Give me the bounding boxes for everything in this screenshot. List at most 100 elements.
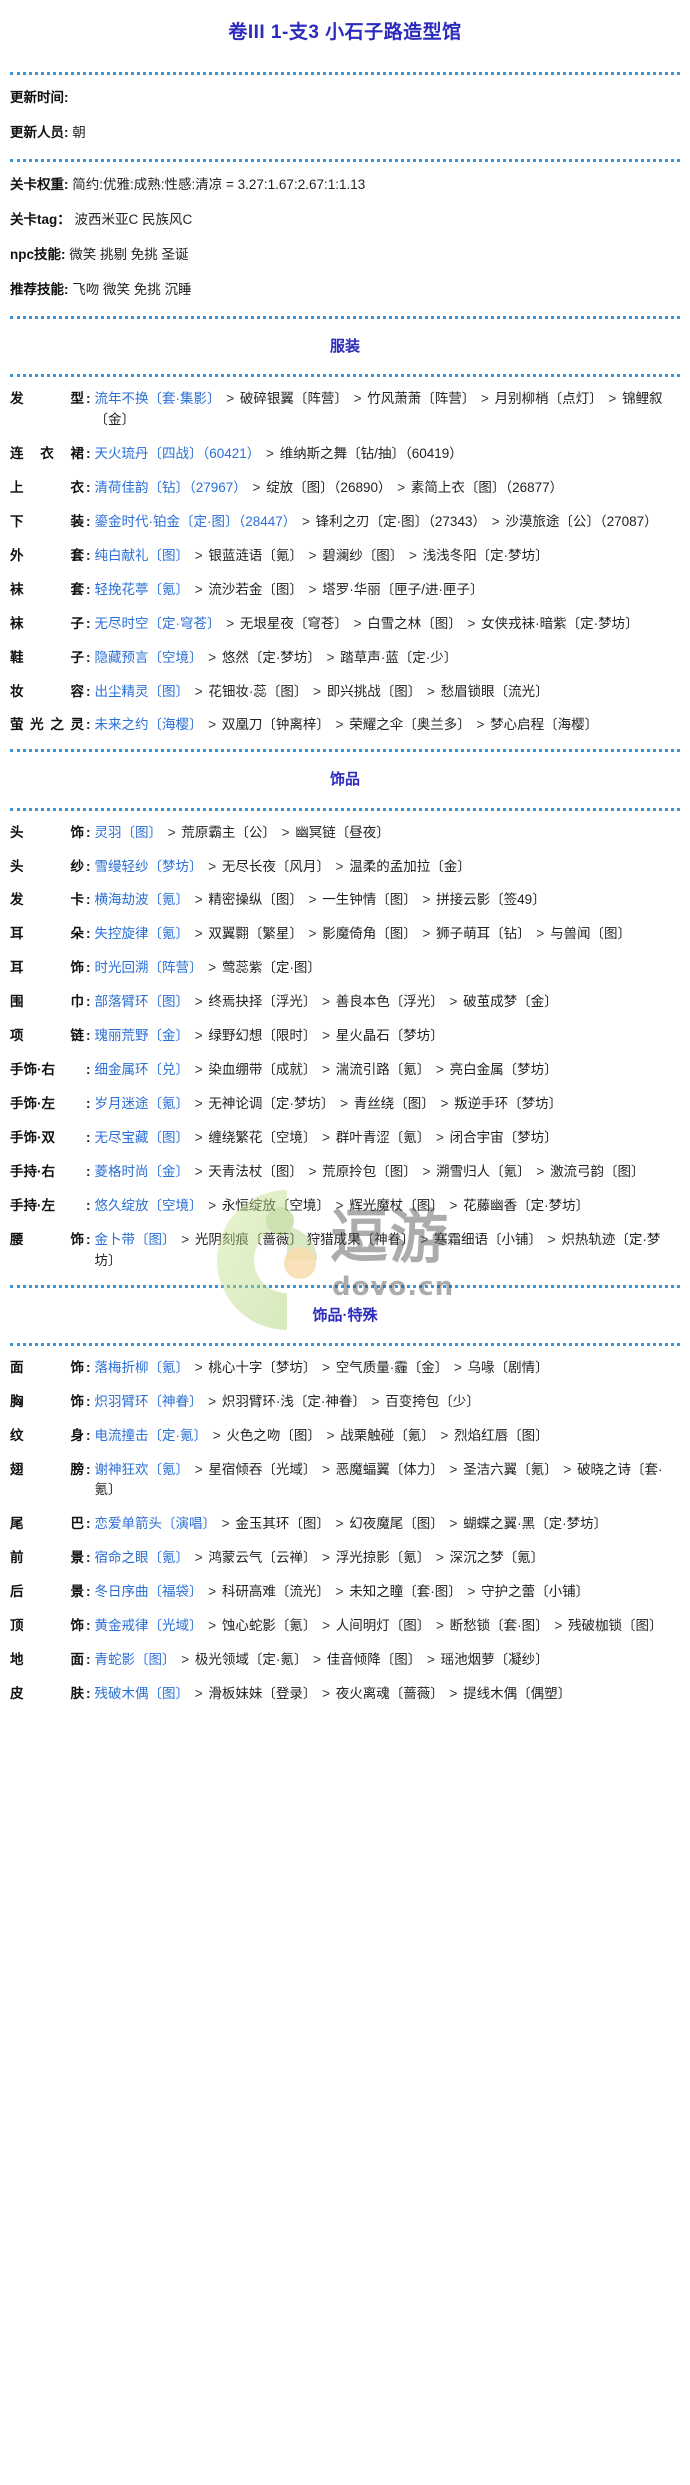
chain-item-primary: 鎏金时代·铂金〔定·图〕（28447）	[94, 513, 297, 529]
chain-separator: >	[304, 547, 321, 563]
divider	[10, 374, 680, 378]
chain-item: 烈焰红唇〔图〕	[454, 1427, 549, 1443]
chain-separator: >	[450, 1359, 466, 1375]
meta-row: 关卡权重: 简约:优雅:成熟:性感:清凉 = 3.27:1.67:2.67:1:…	[10, 175, 680, 196]
chain-item-primary: 天火琉丹〔四战〕（60421）	[94, 446, 261, 462]
item-slot-colon: :	[86, 1062, 91, 1078]
chain-separator: >	[432, 1129, 448, 1145]
item-slot-colon: :	[86, 994, 91, 1010]
chain-separator: >	[445, 1197, 462, 1213]
divider	[10, 159, 680, 163]
chain-separator: >	[423, 683, 439, 699]
item-slot-colon: :	[86, 547, 91, 563]
chain-item-primary: 岁月迷途〔氪〕	[94, 1095, 190, 1111]
item-chain: 雪缦轻纱〔梦坊〕 > 无尽长夜〔风月〕 > 温柔的孟加拉〔金〕	[95, 857, 681, 878]
chain-separator: >	[164, 824, 180, 840]
chain-item-primary: 电流撞击〔定·氪〕	[94, 1427, 208, 1443]
chain-separator: >	[191, 1685, 207, 1701]
chain-item: 染血绷带〔成就〕	[208, 1062, 317, 1078]
meta-row-value: 波西米亚C 民族风C	[70, 212, 193, 228]
chain-separator: >	[304, 581, 321, 597]
chain-item: 精密操纵〔图〕	[208, 892, 303, 908]
chain-item: 溯雪归人〔氪〕	[436, 1163, 531, 1179]
item-row: 前 景: 宿命之眼〔氪〕 > 鸿蒙云气〔云禅〕 > 浮光掠影〔氪〕 > 深沉之梦〔…	[10, 1548, 680, 1569]
meta-row-key: 推荐技能:	[10, 282, 69, 298]
chain-item: 幻夜魔尾〔图〕	[349, 1516, 444, 1532]
chain-item: 绿野幻想〔限时〕	[208, 1028, 317, 1044]
chain-separator: >	[445, 994, 462, 1010]
chain-separator: >	[191, 1062, 207, 1078]
chain-item-primary: 未来之约〔海樱〕	[94, 717, 203, 733]
chain-item: 火色之吻〔图〕	[226, 1427, 321, 1443]
chain-item: 佳音倾降〔图〕	[326, 1652, 422, 1668]
chain-separator: >	[204, 1618, 220, 1634]
item-row: 翅 膀: 谢神狂欢〔氪〕 > 星宿倾吞〔光域〕 > 恶魔蝠翼〔体力〕 > 圣洁六翼…	[10, 1460, 680, 1502]
item-chain: 宿命之眼〔氪〕 > 鸿蒙云气〔云禅〕 > 浮光掠影〔氪〕 > 深沉之梦〔氪〕	[95, 1548, 681, 1569]
item-slot-label: 下 装	[10, 513, 84, 529]
item-slot-colon: :	[86, 1359, 91, 1375]
chain-separator: >	[432, 1550, 448, 1566]
chain-item: 维纳斯之舞〔钻/抽〕（60419）	[279, 446, 463, 462]
item-slot-colon: :	[86, 1095, 91, 1111]
chain-separator: >	[191, 1461, 207, 1477]
item-row: 鞋 子: 隐藏预言〔空境〕 > 悠然〔定·梦坊〕 > 踏草声·蓝〔定·少〕	[10, 648, 680, 669]
meta-block-stage: 关卡权重: 简约:优雅:成熟:性感:清凉 = 3.27:1.67:2.67:1:…	[8, 171, 682, 307]
chain-separator: >	[248, 479, 265, 495]
chain-separator: >	[191, 1129, 207, 1145]
meta-row-key: npc技能:	[10, 247, 66, 263]
chain-separator: >	[544, 1231, 560, 1247]
chain-item-primary: 失控旋律〔氪〕	[94, 926, 190, 942]
chain-item: 青丝绕〔图〕	[353, 1095, 435, 1111]
chain-item: 亮白金属〔梦坊〕	[449, 1062, 558, 1078]
item-row: 手持·左: 悠久绽放〔空境〕 > 永恒绽放〔空境〕 > 辉光魔杖〔图〕 > 花藤幽…	[10, 1196, 680, 1217]
item-row: 耳 饰: 时光回溯〔阵营〕 > 莺蕊紫〔定·图〕	[10, 958, 680, 979]
chain-item: 碧澜纱〔图〕	[322, 547, 404, 563]
chain-separator: >	[432, 1062, 448, 1078]
chain-item: 无神论调〔定·梦坊〕	[208, 1095, 335, 1111]
chain-separator: >	[550, 1618, 567, 1634]
item-row: 头 纱: 雪缦轻纱〔梦坊〕 > 无尽长夜〔风月〕 > 温柔的孟加拉〔金〕	[10, 857, 680, 878]
item-slot-colon: :	[86, 824, 91, 840]
chain-item: 深沉之梦〔氪〕	[449, 1550, 545, 1566]
chain-separator: >	[487, 513, 504, 529]
chain-separator: >	[322, 1427, 339, 1443]
section-rows: 头 饰: 灵羽〔图〕 > 荒原霸主〔公〕 > 幽冥链〔昼夜〕头 纱: 雪缦轻纱〔梦坊…	[8, 820, 682, 1276]
chain-separator: >	[318, 1359, 334, 1375]
chain-item: 善良本色〔浮光〕	[335, 994, 444, 1010]
chain-item: 光阴刻痕〔蔷薇〕 狩猎成果〔神眷〕	[194, 1231, 415, 1247]
item-row: 手饰·双: 无尽宝藏〔图〕 > 缠绕繁花〔空境〕 > 群叶青涩〔氪〕 > 闭合宇宙…	[10, 1128, 680, 1149]
sections-host: 服装发 型: 流年不换〔套·集影〕 > 破碎银翼〔阵营〕 > 竹风萧萧〔阵营〕 >…	[8, 315, 682, 1709]
chain-item: 竹风萧萧〔阵营〕	[367, 391, 476, 407]
chain-item-primary: 宿命之眼〔氪〕	[94, 1550, 190, 1566]
chain-item: 无垠星夜〔穹苍〕	[239, 615, 348, 631]
chain-separator: >	[331, 717, 348, 733]
section-title: 饰品·特殊	[312, 1306, 378, 1324]
chain-separator: >	[477, 391, 493, 407]
item-slot-label: 纹 身	[10, 1427, 84, 1443]
chain-item: 群叶青涩〔氪〕	[335, 1129, 431, 1145]
item-chain: 青蛇影〔图〕 > 极光领域〔定·氪〕 > 佳音倾降〔图〕 > 瑶池烟萝〔凝纱〕	[95, 1650, 681, 1671]
item-row: 后 景: 冬日序曲〔福袋〕 > 科研高难〔流光〕 > 未知之瞳〔套·图〕 > 守护…	[10, 1582, 680, 1603]
item-chain: 炽羽臂环〔神眷〕 > 炽羽臂环·浅〔定·神眷〕 > 百变挎包〔少〕	[95, 1392, 681, 1413]
item-chain: 轻挽花葶〔氪〕 > 流沙若金〔图〕 > 塔罗·华丽〔匣子/进·匣子〕	[95, 580, 681, 601]
item-slot-label: 连 衣 裙	[10, 446, 84, 462]
chain-item: 金玉其环〔图〕	[235, 1516, 330, 1532]
section-rows: 面 饰: 落梅折柳〔氪〕 > 桃心十字〔梦坊〕 > 空气质量·霾〔金〕 > 乌喙〔…	[8, 1355, 682, 1709]
item-chain: 无尽宝藏〔图〕 > 缠绕繁花〔空境〕 > 群叶青涩〔氪〕 > 闭合宇宙〔梦坊〕	[95, 1128, 681, 1149]
item-chain: 隐藏预言〔空境〕 > 悠然〔定·梦坊〕 > 踏草声·蓝〔定·少〕	[95, 648, 681, 669]
item-slot-label: 耳 朵	[10, 926, 84, 942]
item-slot-label: 手饰·双	[10, 1129, 55, 1145]
chain-item: 终焉抉择〔浮光〕	[208, 994, 317, 1010]
item-chain: 瑰丽荒野〔金〕 > 绿野幻想〔限时〕 > 星火晶石〔梦坊〕	[95, 1026, 681, 1047]
item-slot-label: 袜 套	[10, 581, 84, 597]
chain-item-primary: 瑰丽荒野〔金〕	[94, 1028, 190, 1044]
chain-item: 梦心启程〔海樱〕	[490, 717, 599, 733]
chain-separator: >	[331, 1197, 348, 1213]
chain-item: 战栗触碰〔氪〕	[340, 1427, 435, 1443]
chain-item: 拼接云影〔签49〕	[436, 892, 546, 908]
item-slot-label: 手持·左	[10, 1197, 55, 1213]
chain-item-primary: 细金属环〔兑〕	[94, 1062, 190, 1078]
item-chain: 部落臂环〔图〕 > 终焉抉择〔浮光〕 > 善良本色〔浮光〕 > 破茧成梦〔金〕	[95, 992, 681, 1013]
item-slot-colon: :	[86, 858, 91, 874]
chain-separator: >	[418, 926, 435, 942]
